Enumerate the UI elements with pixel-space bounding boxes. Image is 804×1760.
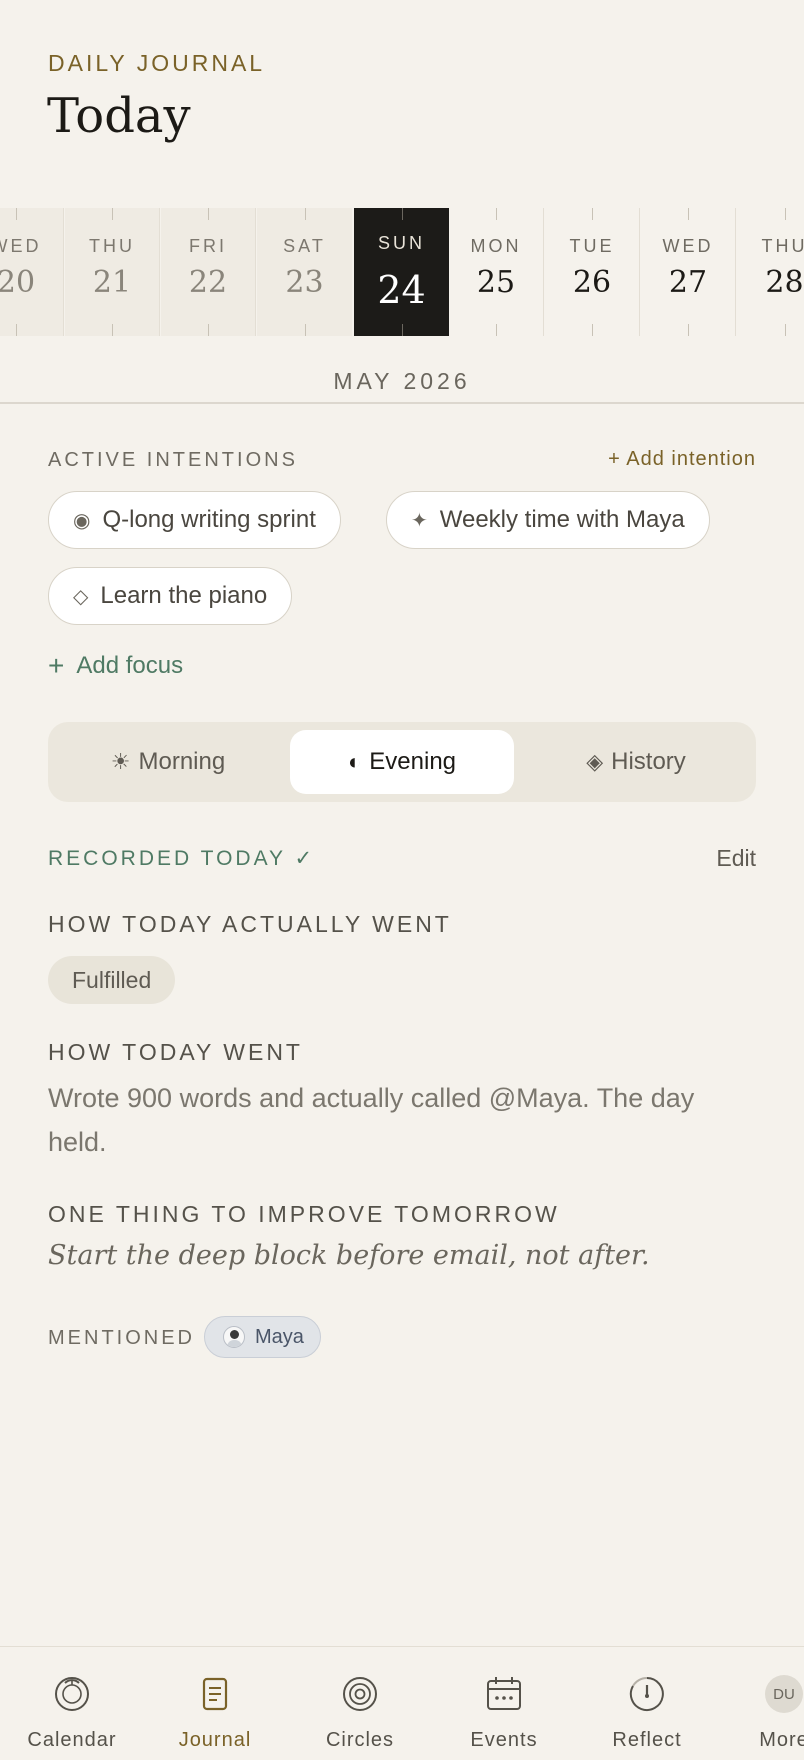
day-number: 28 <box>765 265 804 300</box>
tab-reflect[interactable]: Reflect <box>582 1673 712 1752</box>
history-diamond-icon: ◈ <box>586 749 604 774</box>
tab-label: Reflect <box>612 1729 682 1751</box>
month-label: MAY 2026 <box>333 368 471 394</box>
add-intention-button[interactable]: + Add intention <box>608 448 756 471</box>
page-eyebrow: DAILY JOURNAL <box>48 50 266 76</box>
add-focus-button[interactable]: + Add focus <box>48 650 183 682</box>
day-name: THU <box>761 236 804 256</box>
tab-label: Circles <box>325 1729 395 1751</box>
question-label: ONE THING TO IMPROVE TOMORROW <box>48 1201 560 1227</box>
divider <box>0 402 804 404</box>
journal-icon <box>150 1673 280 1715</box>
day-fri-22[interactable]: FRI 22 <box>161 208 256 336</box>
avatar: DU <box>765 1675 803 1713</box>
tab-morning[interactable]: ☀ Morning <box>56 730 280 794</box>
day-sat-23[interactable]: SAT 23 <box>257 208 352 336</box>
day-name: WED <box>0 236 42 256</box>
day-number: 21 <box>92 265 132 300</box>
day-number: 25 <box>476 265 516 300</box>
tab-label: Journal <box>178 1729 252 1751</box>
day-number: 26 <box>572 265 612 300</box>
day-wed-27[interactable]: WED 27 <box>641 208 736 336</box>
circles-icon <box>295 1673 425 1715</box>
day-name: SUN <box>377 233 425 253</box>
day-tue-26[interactable]: TUE 26 <box>545 208 640 336</box>
tab-history[interactable]: ◈ History <box>524 730 748 794</box>
day-number: 27 <box>668 265 708 300</box>
day-name: TUE <box>569 236 615 256</box>
date-strip: WED 20 THU 21 FRI 22 SAT 23 SUN 24 MON 25 TUE 2… <box>0 208 804 336</box>
day-sun-24-selected[interactable]: SUN 24 <box>354 208 449 336</box>
segment-label: History <box>611 748 686 775</box>
day-number: 24 <box>377 268 426 312</box>
target-icon: ◉ <box>73 509 91 532</box>
day-name: WED <box>662 236 714 256</box>
events-calendar-icon <box>439 1673 569 1715</box>
day-thu-21[interactable]: THU 21 <box>65 208 160 336</box>
tab-label: More <box>759 1729 804 1751</box>
tab-label: Calendar <box>27 1729 117 1751</box>
answer-text: Wrote 900 words and actually called @May… <box>48 1083 695 1157</box>
sparkle-icon: ✦ <box>411 509 428 532</box>
recorded-status: RECORDED TODAY ✓ <box>48 847 316 870</box>
day-number: 22 <box>188 265 228 300</box>
segment-label: Morning <box>138 748 226 775</box>
tab-evening[interactable]: ◐ Evening <box>290 730 514 794</box>
chip-label: Q-long writing sprint <box>102 506 316 533</box>
bottom-tab-bar: Calendar Journal Circles Events Reflect … <box>0 1646 804 1760</box>
mood-badge: Fulfilled <box>48 956 176 1004</box>
segment-label: Evening <box>369 748 457 775</box>
mention-name: Maya <box>255 1325 304 1348</box>
question-label: HOW TODAY WENT <box>48 1039 303 1065</box>
tab-circles[interactable]: Circles <box>295 1673 425 1752</box>
half-moon-icon: ◐ <box>347 749 362 774</box>
mentioned-label: MENTIONED <box>48 1327 195 1349</box>
chip-label: Learn the piano <box>100 582 268 609</box>
day-name: SAT <box>283 236 326 256</box>
intention-chip-time-with-maya[interactable]: ✦ Weekly time with Maya <box>386 491 710 549</box>
mention-chip-maya[interactable]: Maya <box>204 1316 321 1358</box>
tab-more[interactable]: DU More <box>724 1673 804 1752</box>
day-number: 20 <box>0 265 36 300</box>
day-mon-25[interactable]: MON 25 <box>449 208 544 336</box>
day-name: THU <box>89 236 135 256</box>
journal-mode-segmented-control: ☀ Morning ◐ Evening ◈ History <box>48 722 756 802</box>
day-wed-20[interactable]: WED 20 <box>0 208 64 336</box>
tab-events[interactable]: Events <box>439 1673 569 1752</box>
calendar-ring-icon <box>7 1673 137 1715</box>
add-focus-label: Add focus <box>76 652 184 679</box>
day-number: 23 <box>285 265 324 300</box>
edit-button[interactable]: Edit <box>716 845 756 872</box>
intention-chip-writing-sprint[interactable]: ◉ Q-long writing sprint <box>48 491 341 549</box>
intention-chip-learn-piano[interactable]: ◇ Learn the piano <box>48 567 293 625</box>
reflect-gauge-icon <box>582 1673 712 1715</box>
tab-calendar[interactable]: Calendar <box>7 1673 137 1752</box>
tab-journal[interactable]: Journal <box>150 1673 280 1752</box>
day-name: FRI <box>189 236 227 256</box>
day-name: MON <box>470 236 522 256</box>
sun-icon: ☀ <box>110 749 131 774</box>
intentions-label: ACTIVE INTENTIONS <box>48 449 298 471</box>
tab-label: Events <box>470 1729 538 1751</box>
question-label: HOW TODAY ACTUALLY WENT <box>48 911 452 937</box>
day-thu-28[interactable]: THU 28 <box>737 208 804 336</box>
plus-icon: + <box>48 650 65 681</box>
improvement-text: Start the deep block before email, not a… <box>48 1240 650 1271</box>
diamond-icon: ◇ <box>73 585 89 608</box>
chip-label: Weekly time with Maya <box>439 506 685 533</box>
page-title: Today <box>47 88 191 144</box>
avatar <box>223 1326 245 1348</box>
